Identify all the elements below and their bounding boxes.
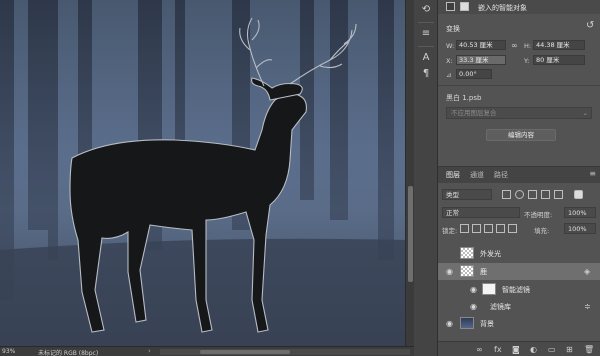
scroll-thumb[interactable]: [408, 186, 413, 282]
layer-thumbnail: [460, 317, 474, 329]
fill-field[interactable]: 100%: [564, 223, 596, 234]
properties-header: 嵌入的智能对象: [438, 0, 600, 14]
angle-field[interactable]: 0.00°: [456, 69, 492, 79]
opacity-value: 100%: [568, 209, 587, 217]
filter-shape-icon[interactable]: [541, 190, 550, 199]
divider: [418, 46, 434, 47]
paragraph-icon[interactable]: ¶: [420, 68, 432, 80]
fill-value: 100%: [568, 225, 587, 233]
canvas-horizontal-scrollbar[interactable]: [160, 349, 410, 355]
add-mask-icon[interactable]: ◙: [512, 345, 520, 354]
canvas-vertical-scrollbar[interactable]: [405, 0, 414, 346]
panel-tool-strip: ⟲ ≡ A ¶: [414, 0, 438, 356]
layers-tabs: 图层 通道 路径 ≡: [438, 167, 600, 183]
layer-row-smart-filters[interactable]: ◉ 智能滤镜: [438, 281, 600, 298]
status-expand-icon[interactable]: ›: [148, 347, 151, 355]
history-icon[interactable]: ⟲: [420, 4, 432, 16]
new-group-icon[interactable]: ▭: [548, 345, 556, 354]
new-layer-icon[interactable]: ⊞: [566, 345, 573, 354]
opacity-label: 不透明度:: [524, 211, 553, 219]
reset-icon[interactable]: ↺: [586, 20, 594, 31]
character-icon[interactable]: A: [420, 52, 432, 64]
x-field[interactable]: 33.3 厘米: [456, 55, 506, 65]
layer-name[interactable]: 外发光: [480, 249, 501, 259]
filter-mask-thumbnail: [482, 283, 496, 295]
layers-bottom-toolbar: ∞ fx ◙ ◐ ▭ ⊞ 🗑: [438, 341, 600, 356]
document-info: 未标记的 RGB (8bpc): [38, 350, 99, 356]
tab-paths[interactable]: 路径: [494, 170, 508, 180]
lock-pixels-icon[interactable]: [472, 224, 481, 233]
filter-pixel-icon[interactable]: [502, 190, 511, 199]
lock-transparent-icon[interactable]: [460, 224, 469, 233]
filter-kind-select[interactable]: 类型: [442, 189, 492, 200]
layer-name[interactable]: 滤镜库: [490, 302, 511, 312]
y-label: Y:: [524, 57, 530, 65]
zoom-level[interactable]: 93%: [2, 348, 15, 355]
y-field[interactable]: 80 厘米: [533, 55, 585, 65]
width-field[interactable]: 40.53 厘米: [456, 40, 506, 50]
layer-name[interactable]: 鹿: [480, 267, 487, 277]
lock-artboard-icon[interactable]: [496, 224, 505, 233]
w-label: W:: [446, 42, 455, 50]
smart-filter-icon[interactable]: ◈: [584, 267, 590, 276]
mask-icon[interactable]: [460, 2, 469, 11]
layer-row-filter-gallery[interactable]: ◉ 滤镜库 ≑: [438, 298, 600, 315]
linked-file-name: 黑白 1.psb: [446, 94, 482, 102]
layer-row-outer-glow[interactable]: ◉ 外发光: [438, 245, 600, 262]
properties-icon[interactable]: ≡: [420, 28, 432, 40]
lock-label: 锁定:: [442, 227, 458, 235]
fx-button[interactable]: fx: [494, 345, 502, 354]
filter-adjustment-icon[interactable]: [515, 190, 524, 199]
layer-filter-row: 类型: [442, 189, 596, 201]
scroll-thumb[interactable]: [200, 350, 290, 354]
trash-icon[interactable]: 🗑: [584, 345, 594, 354]
layers-panel: 图层 通道 路径 ≡ 类型 正常 不透明度: 100% 锁定: 填充: 100%…: [438, 166, 600, 356]
layer-name[interactable]: 背景: [480, 319, 494, 329]
transform-label: 变换: [446, 25, 460, 33]
tab-layers[interactable]: 图层: [446, 170, 460, 180]
height-field[interactable]: 44.38 厘米: [533, 40, 585, 50]
layer-name[interactable]: 智能滤镜: [502, 285, 530, 295]
chevron-down-icon: ⌄: [582, 109, 588, 117]
blend-mode-value: 正常: [446, 209, 459, 217]
pixel-layer-icon[interactable]: [446, 2, 455, 11]
adjustment-layer-icon[interactable]: ◐: [530, 345, 537, 354]
layer-row-background[interactable]: ◉ 背景: [438, 315, 600, 332]
eye-icon[interactable]: ◉: [470, 302, 477, 311]
opacity-field[interactable]: 100%: [564, 207, 596, 218]
visibility-toggle[interactable]: ◉: [446, 249, 453, 258]
lock-position-icon[interactable]: [484, 224, 493, 233]
properties-title: 嵌入的智能对象: [478, 4, 527, 12]
filter-smart-object-icon[interactable]: [554, 190, 563, 199]
layer-row-deer[interactable]: ◉ 鹿 ◈: [438, 263, 600, 280]
link-icon[interactable]: ∞: [511, 41, 518, 50]
eye-icon[interactable]: ◉: [446, 267, 453, 276]
x-label: X:: [446, 57, 453, 65]
layer-comp-dropdown[interactable]: 不应用图层复合 ⌄: [446, 107, 592, 119]
link-layers-icon[interactable]: ∞: [476, 345, 483, 354]
layer-comp-value: 不应用图层复合: [451, 109, 497, 117]
fill-label: 填充:: [534, 227, 550, 235]
status-bar: 93% 未标记的 RGB (8bpc) ›: [0, 346, 414, 356]
filter-options-icon[interactable]: ≑: [584, 302, 591, 311]
filter-type-icon[interactable]: [528, 190, 537, 199]
divider: [438, 85, 600, 86]
properties-panel: 嵌入的智能对象 变换 ↺ W: 40.53 厘米 ∞ H: 44.38 厘米 X…: [438, 0, 600, 160]
smart-object-thumbnail: [460, 265, 474, 277]
layer-thumbnail: [460, 247, 474, 259]
document-canvas[interactable]: [0, 0, 405, 346]
panel-menu-icon[interactable]: ≡: [589, 169, 596, 178]
divider: [418, 22, 434, 23]
filter-kind-value: 类型: [446, 191, 459, 199]
lock-all-icon[interactable]: [508, 224, 517, 233]
canvas-artwork: [0, 0, 405, 346]
h-label: H:: [524, 42, 532, 50]
filter-toggle-icon[interactable]: [574, 190, 583, 199]
eye-icon[interactable]: ◉: [470, 285, 477, 294]
tab-channels[interactable]: 通道: [470, 170, 484, 180]
edit-contents-button[interactable]: 编辑内容: [486, 129, 556, 141]
angle-icon: ⊿: [446, 71, 452, 79]
blend-mode-select[interactable]: 正常: [442, 207, 520, 218]
eye-icon[interactable]: ◉: [446, 319, 453, 328]
